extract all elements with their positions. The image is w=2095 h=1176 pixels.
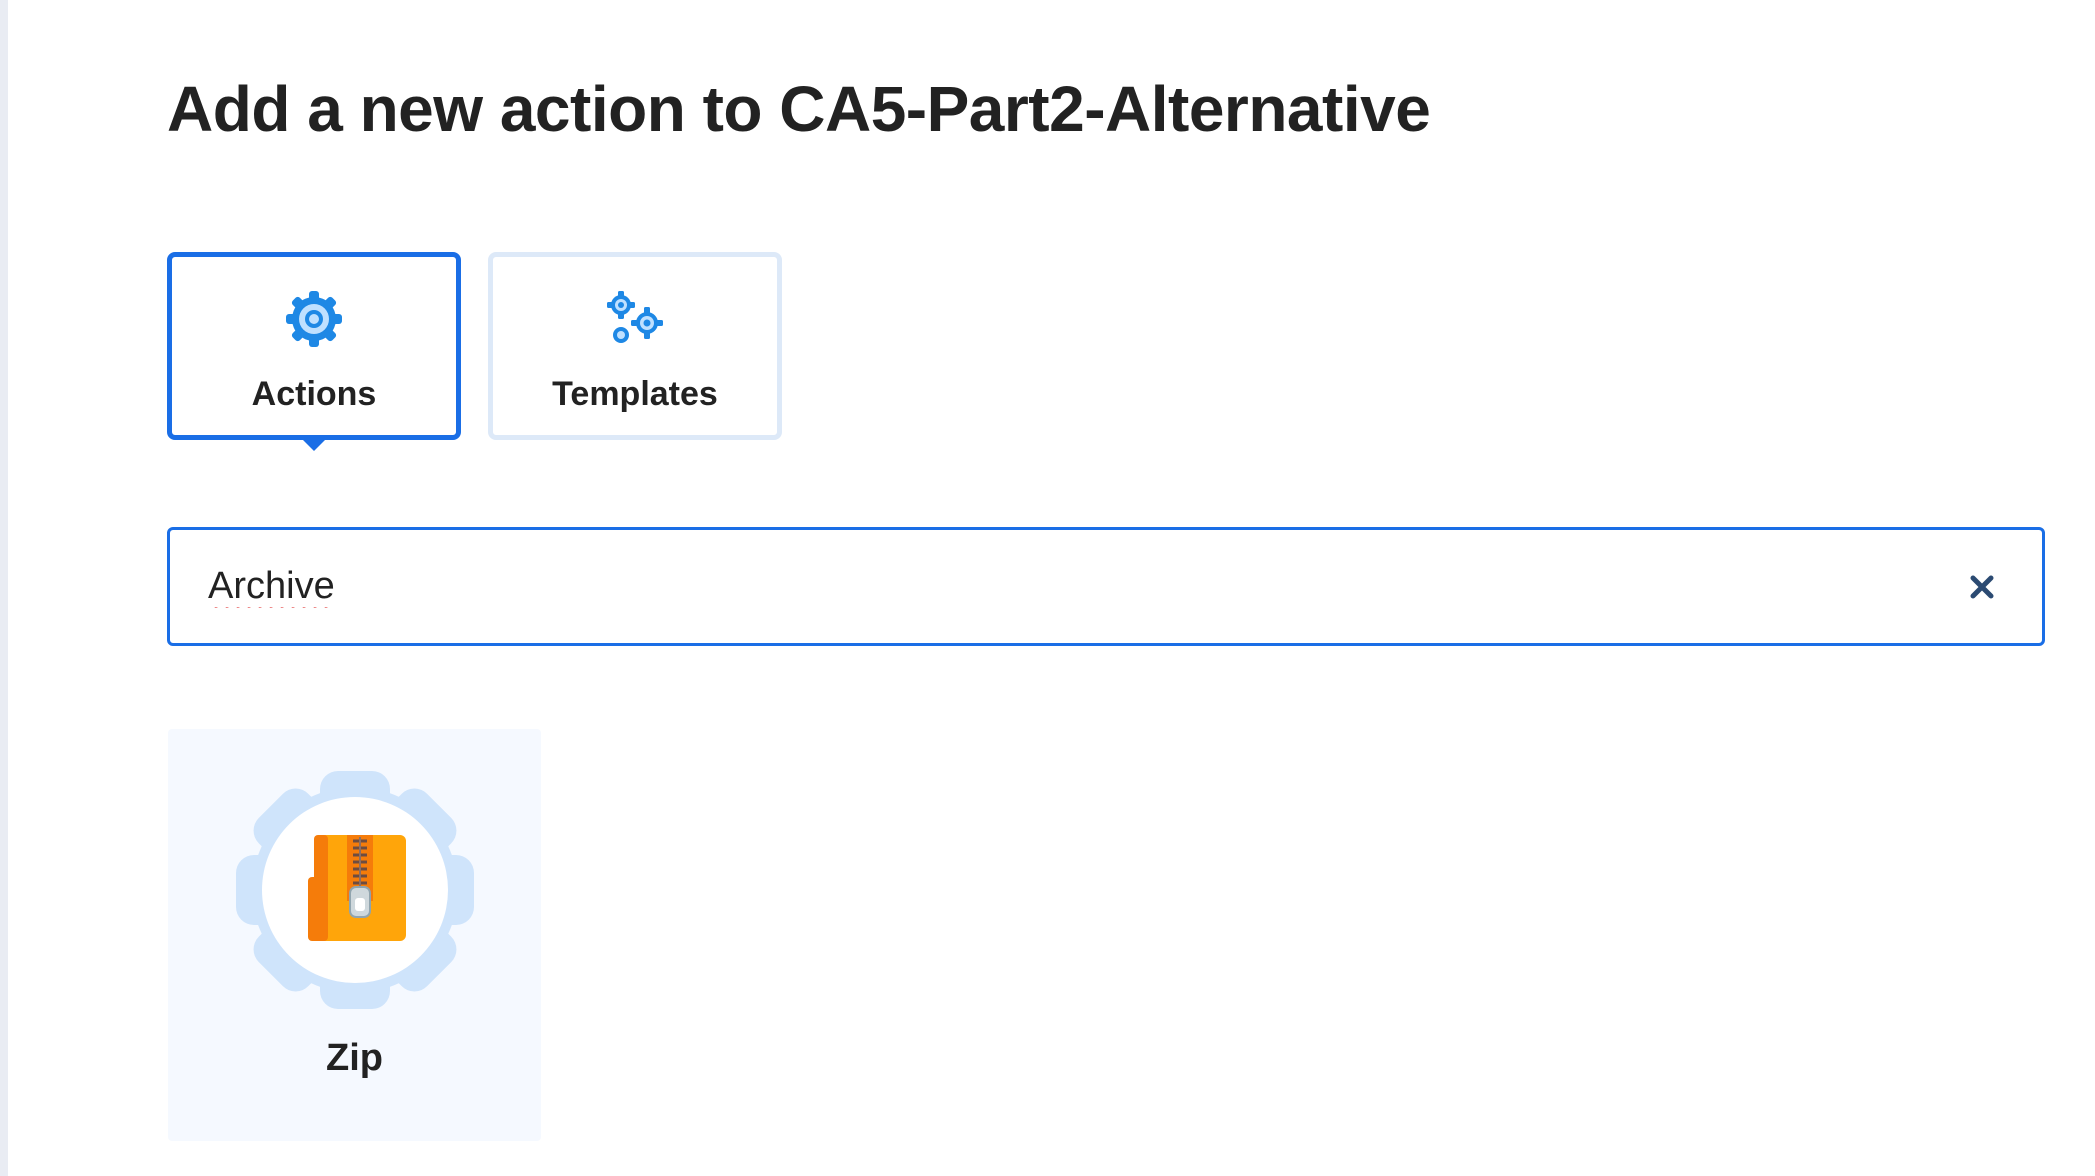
tab-actions-label: Actions [251,375,377,413]
search-field[interactable] [167,527,2045,646]
action-card-zip-label: Zip [326,1037,383,1079]
page-title: Add a new action to CA5-Part2-Alternativ… [167,73,1431,145]
zip-archive-icon [236,771,474,1009]
tab-templates-label: Templates [552,375,718,413]
gears-icon [607,291,663,343]
tab-templates[interactable]: Templates [488,252,782,440]
search-input[interactable] [208,530,1908,643]
tab-actions[interactable]: Actions [167,252,461,440]
add-action-page: Add a new action to CA5-Part2-Alternativ… [0,0,2095,1176]
close-icon[interactable] [1962,567,2002,607]
gear-icon [286,291,342,347]
action-card-zip[interactable]: Zip [168,729,541,1141]
